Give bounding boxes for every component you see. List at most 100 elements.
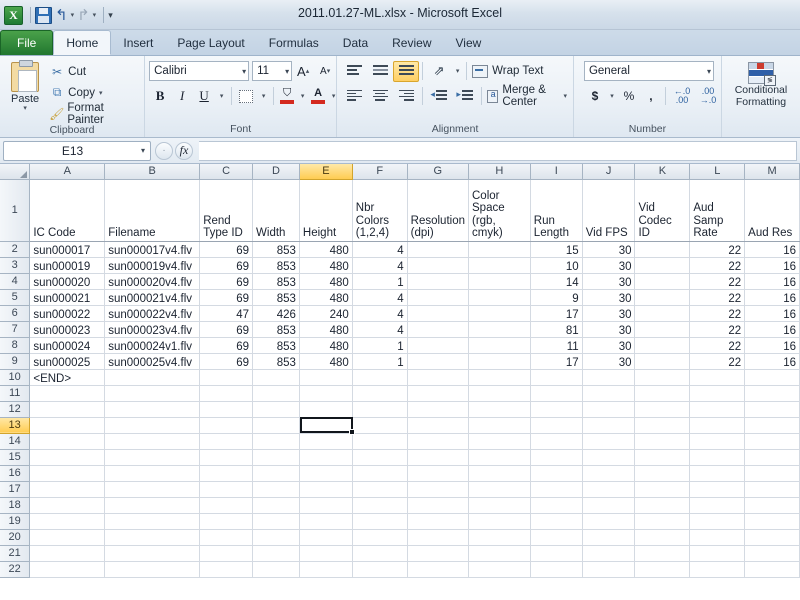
data-cell[interactable] (744, 497, 800, 514)
data-cell[interactable] (407, 273, 470, 290)
data-cell[interactable]: 4 (352, 257, 408, 274)
data-cell[interactable] (744, 385, 800, 402)
data-cell[interactable] (29, 529, 106, 546)
data-cell[interactable] (299, 529, 353, 546)
data-cell[interactable]: 480 (299, 241, 353, 258)
number-format-combobox[interactable]: General ▾ (583, 61, 714, 81)
data-cell[interactable] (29, 433, 106, 450)
select-all-corner[interactable] (0, 164, 31, 180)
data-cell[interactable] (407, 433, 470, 450)
data-cell[interactable] (199, 497, 254, 514)
header-cell[interactable]: Vid Codec ID (634, 179, 691, 242)
data-cell[interactable] (582, 529, 636, 546)
data-cell[interactable] (407, 545, 470, 562)
tab-page-layout[interactable]: Page Layout (165, 31, 256, 55)
data-cell[interactable] (689, 417, 746, 434)
data-cell[interactable] (689, 465, 746, 482)
copy-dropdown-caret-icon[interactable]: ▾ (99, 89, 103, 97)
data-cell[interactable] (634, 305, 691, 322)
data-cell[interactable] (299, 513, 353, 530)
data-cell[interactable] (744, 481, 800, 498)
data-cell[interactable] (744, 449, 800, 466)
data-cell[interactable] (634, 417, 691, 434)
data-cell[interactable] (468, 337, 531, 354)
data-cell[interactable]: sun000025 (29, 353, 106, 370)
row-header-20[interactable]: 20 (0, 529, 31, 546)
data-cell[interactable] (252, 417, 300, 434)
data-cell[interactable] (744, 561, 800, 578)
decrease-indent-button[interactable] (426, 86, 452, 107)
data-cell[interactable] (582, 449, 636, 466)
header-cell[interactable]: Height (299, 179, 353, 242)
data-cell[interactable] (252, 433, 300, 450)
column-header-c[interactable]: C (199, 164, 254, 180)
row-header-10[interactable]: 10 (0, 369, 31, 386)
currency-dropdown-caret-icon[interactable]: ▾ (606, 86, 618, 107)
data-cell[interactable]: 47 (199, 305, 254, 322)
data-cell[interactable]: 22 (689, 257, 746, 274)
data-cell[interactable]: 853 (252, 289, 300, 306)
header-cell[interactable]: Vid FPS (582, 179, 636, 242)
paste-dropdown-caret-icon[interactable]: ▾ (23, 105, 27, 112)
row-header-5[interactable]: 5 (0, 289, 31, 306)
data-cell[interactable] (407, 449, 470, 466)
data-cell[interactable] (689, 385, 746, 402)
shrink-font-button[interactable]: A ▾ (314, 61, 336, 82)
data-cell[interactable] (252, 561, 300, 578)
data-cell[interactable] (252, 385, 300, 402)
data-cell[interactable]: 16 (744, 289, 800, 306)
align-middle-button[interactable] (367, 61, 393, 82)
underline-button[interactable]: U (193, 86, 215, 107)
header-cell[interactable]: Resolution (dpi) (407, 179, 470, 242)
data-cell[interactable]: 853 (252, 273, 300, 290)
data-cell[interactable]: 17 (530, 305, 583, 322)
data-cell[interactable]: 30 (582, 321, 636, 338)
data-cell[interactable]: 22 (689, 321, 746, 338)
data-cell[interactable] (582, 545, 636, 562)
data-cell[interactable] (104, 465, 201, 482)
data-cell[interactable] (29, 513, 106, 530)
data-cell[interactable] (634, 353, 691, 370)
data-cell[interactable] (582, 513, 636, 530)
data-cell[interactable] (530, 513, 583, 530)
data-cell[interactable] (352, 545, 408, 562)
data-cell[interactable] (352, 529, 408, 546)
font-color-button[interactable]: A (308, 86, 328, 107)
data-cell[interactable] (744, 513, 800, 530)
data-cell[interactable] (352, 513, 408, 530)
data-cell[interactable] (634, 369, 691, 386)
data-cell[interactable] (104, 433, 201, 450)
row-header-21[interactable]: 21 (0, 545, 31, 562)
data-cell[interactable] (252, 449, 300, 466)
data-cell[interactable] (252, 401, 300, 418)
data-cell[interactable]: sun000019v4.flv (104, 257, 201, 274)
data-cell[interactable] (104, 481, 201, 498)
data-cell[interactable] (407, 401, 470, 418)
data-cell[interactable] (407, 561, 470, 578)
data-cell[interactable] (468, 465, 531, 482)
data-cell[interactable]: sun000019 (29, 257, 106, 274)
data-cell[interactable] (299, 449, 353, 466)
data-cell[interactable] (407, 417, 470, 434)
orientation-button[interactable]: ⇗ (426, 61, 452, 82)
data-cell[interactable]: 22 (689, 305, 746, 322)
data-cell[interactable] (744, 401, 800, 418)
comma-style-button[interactable]: , (640, 86, 662, 107)
data-cell[interactable] (582, 369, 636, 386)
data-cell[interactable]: 81 (530, 321, 583, 338)
tab-file[interactable]: File (0, 30, 54, 55)
data-cell[interactable] (29, 561, 106, 578)
row-header-18[interactable]: 18 (0, 497, 31, 514)
data-cell[interactable] (299, 433, 353, 450)
paste-button[interactable]: Paste ▾ (4, 60, 46, 112)
header-cell[interactable]: Run Length (530, 179, 583, 242)
data-cell[interactable]: 480 (299, 353, 353, 370)
data-cell[interactable] (468, 513, 531, 530)
data-cell[interactable]: <END> (29, 369, 106, 386)
column-header-d[interactable]: D (252, 164, 300, 180)
data-cell[interactable] (634, 481, 691, 498)
data-cell[interactable]: 22 (689, 289, 746, 306)
tab-view[interactable]: View (444, 31, 494, 55)
data-cell[interactable]: 30 (582, 257, 636, 274)
insert-function-button[interactable]: fx (175, 141, 193, 160)
